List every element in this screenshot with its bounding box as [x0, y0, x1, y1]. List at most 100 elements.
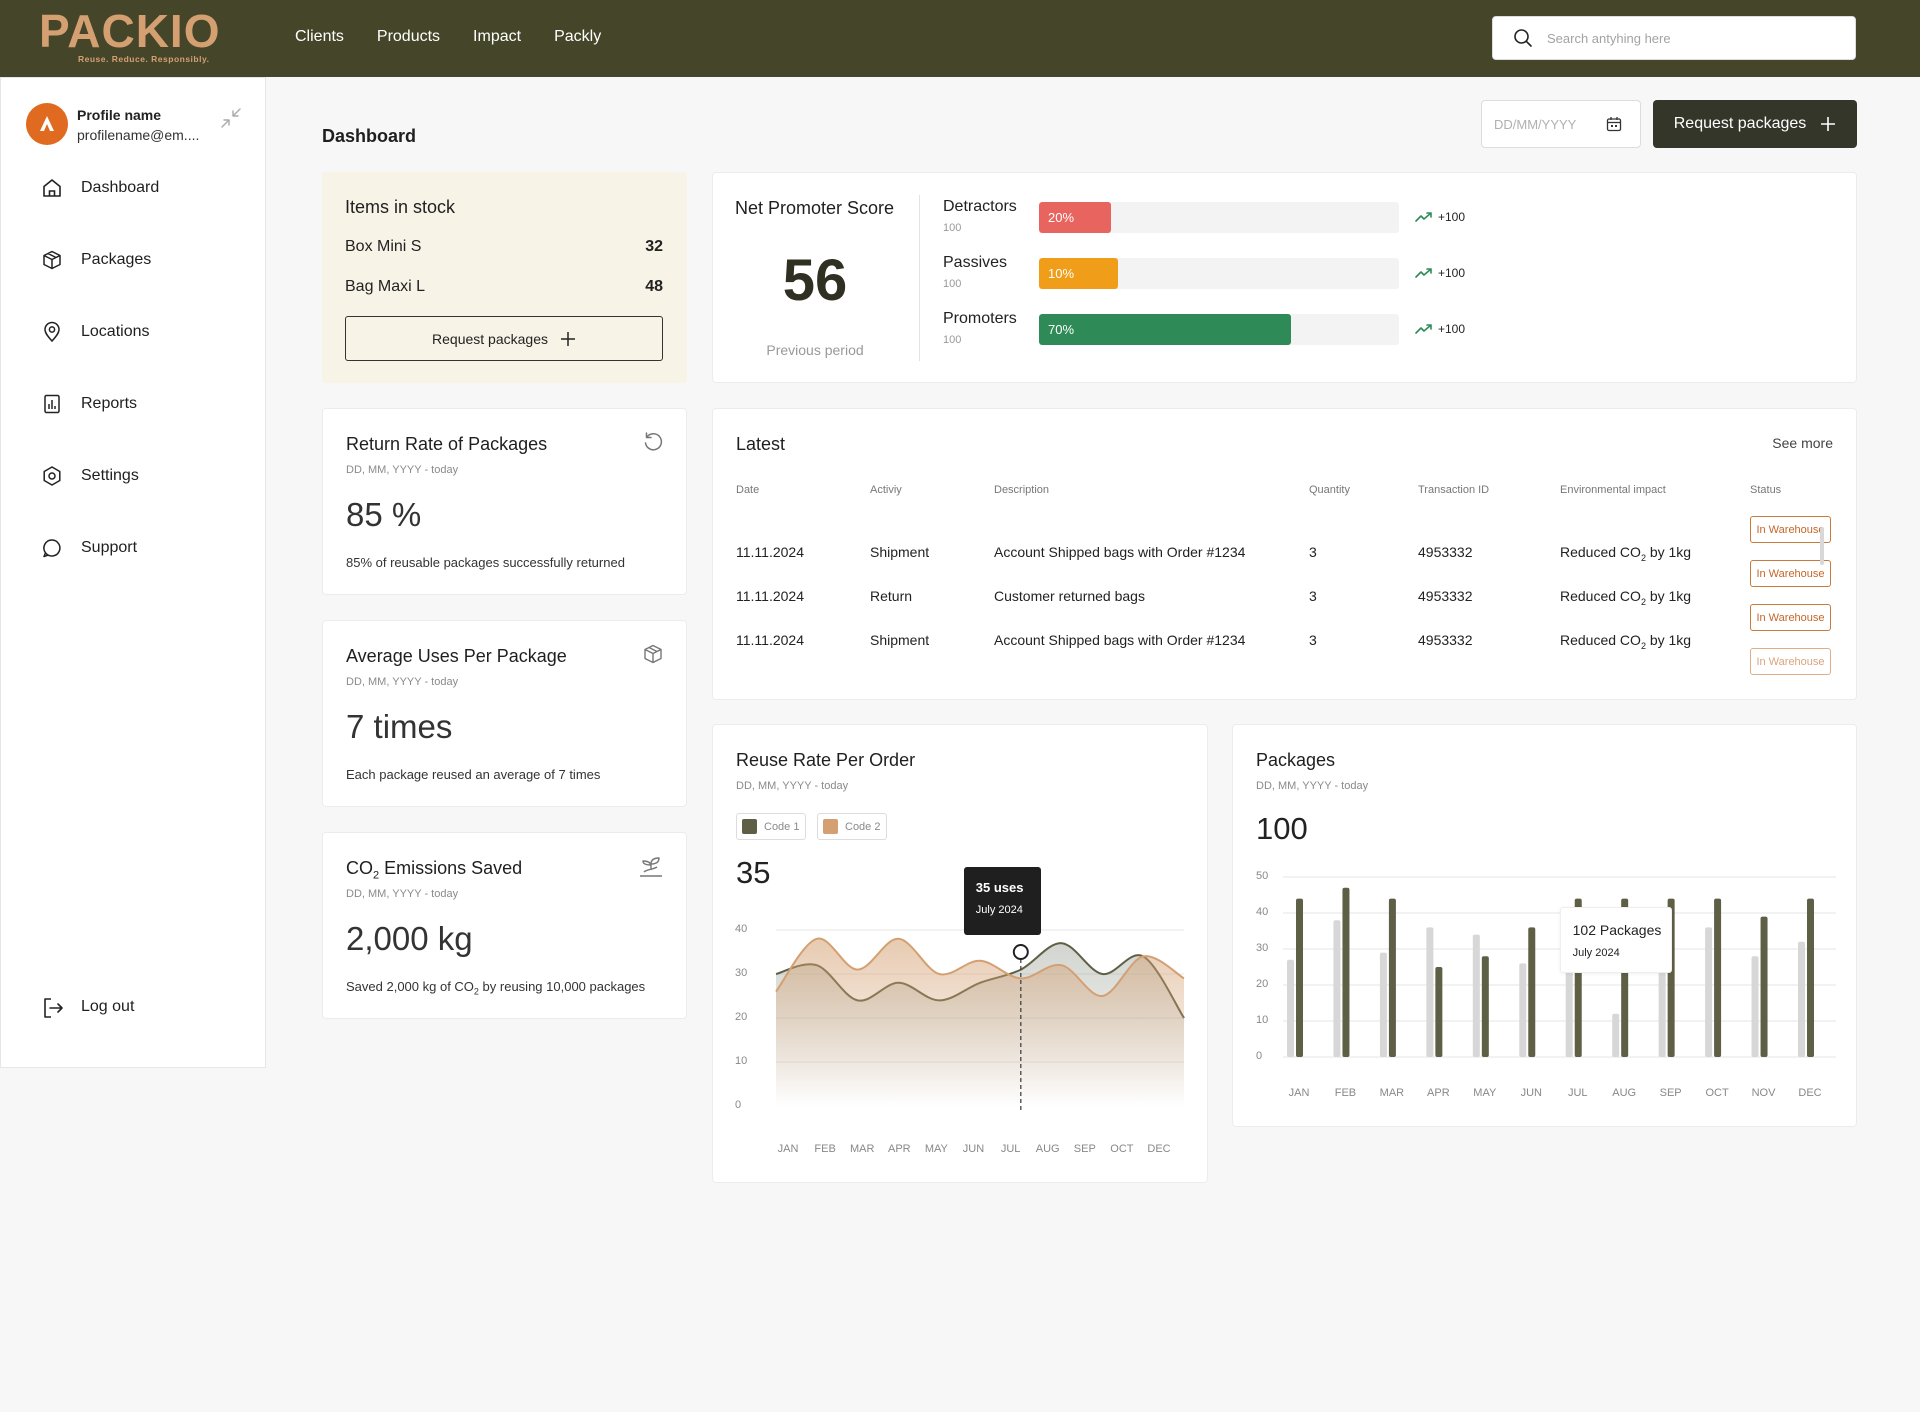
bar-dark[interactable] — [1528, 927, 1536, 1057]
stock-row: Bag Maxi L 48 — [345, 278, 663, 296]
nav-link-products[interactable]: Products — [377, 28, 440, 46]
status-badge[interactable]: In Warehouse — [1750, 648, 1831, 675]
bar-light[interactable] — [1426, 927, 1434, 1057]
impact-text: by 1kg — [1645, 588, 1692, 604]
bar-dark[interactable] — [1481, 956, 1489, 1057]
collapse-sidebar-icon[interactable] — [219, 106, 243, 130]
table-cell: 4953332 — [1418, 632, 1473, 648]
logout-button[interactable]: Log out — [41, 996, 134, 1018]
status-badge[interactable]: In Warehouse — [1750, 516, 1831, 543]
bar-light[interactable] — [1287, 959, 1294, 1057]
table-cell: 4953332 — [1418, 544, 1473, 560]
calendar-icon[interactable] — [1606, 116, 1622, 132]
title-text: CO — [346, 858, 373, 878]
bar-dark[interactable] — [1714, 898, 1722, 1057]
request-packages-button[interactable]: Request packages — [1653, 100, 1857, 148]
page-title: Dashboard — [322, 126, 417, 146]
bar-light[interactable] — [1705, 927, 1713, 1057]
tooltip-value: 35 uses — [975, 880, 1024, 895]
search-input[interactable] — [1547, 30, 1827, 46]
bar-light[interactable] — [1333, 920, 1341, 1057]
nav-link-clients[interactable]: Clients — [295, 28, 344, 46]
hover-marker[interactable] — [1012, 944, 1029, 960]
bar-light[interactable] — [1519, 963, 1527, 1057]
table-cell: Customer returned bags — [994, 588, 1145, 604]
table-cell: Shipment — [870, 632, 930, 648]
nps-progress-bar: 20% — [1039, 202, 1111, 233]
stock-item-name: Box Mini S — [345, 238, 422, 255]
data-point — [775, 973, 778, 976]
status-badge[interactable]: In Warehouse — [1750, 604, 1831, 631]
support-icon — [41, 537, 63, 559]
bar-light[interactable] — [1798, 941, 1805, 1057]
brand-tagline: Reuse. Reduce. Responsibly. — [78, 54, 210, 64]
sidebar-item-packages[interactable]: Packages — [41, 249, 151, 271]
table-cell: 3 — [1309, 544, 1317, 560]
data-point — [856, 968, 859, 971]
sidebar-item-dashboard[interactable]: Dashboard — [41, 177, 159, 199]
nav-link-impact[interactable]: Impact — [473, 28, 521, 46]
packio-logo[interactable]: PACKIO Reuse. Reduce. Responsibly. — [39, 8, 265, 66]
reuse-area-chart[interactable] — [713, 725, 1209, 1184]
date-input[interactable] — [1494, 116, 1606, 132]
return-rate-card: Return Rate of Packages DD, MM, YYYY - t… — [322, 408, 687, 595]
sidebar-item-settings[interactable]: Settings — [41, 465, 139, 487]
data-point — [1101, 973, 1104, 976]
nps-delta-value: +100 — [1438, 210, 1466, 224]
nps-delta: +100 — [1415, 322, 1465, 336]
plant-icon — [638, 855, 664, 879]
sidebar-item-label: Packages — [81, 251, 152, 268]
bar-light[interactable] — [1565, 967, 1573, 1057]
sidebar-item-label: Dashboard — [81, 179, 160, 196]
bar-dark[interactable] — [1388, 898, 1396, 1057]
sidebar-item-label: Settings — [81, 467, 139, 484]
bar-light[interactable] — [1751, 956, 1759, 1057]
table-cell: Return — [870, 588, 913, 604]
bar-light[interactable] — [1612, 1013, 1620, 1057]
tooltip-date: July 2024 — [975, 904, 1023, 916]
nps-row: Promoters 100 70% +100 — [943, 310, 1843, 350]
table-cell-impact: Reduced CO2 by 1kg — [1560, 544, 1691, 563]
stock-request-packages-button[interactable]: Request packages — [345, 316, 663, 361]
nav-link-packly[interactable]: Packly — [554, 28, 601, 46]
table-cell: 11.11.2024 — [736, 588, 804, 604]
desc-text: by reusing 10,000 packages — [478, 979, 646, 994]
package-icon — [642, 643, 664, 665]
packages-chart-card: Packages DD, MM, YYYY - today 100 0 10 20 3… — [1232, 724, 1857, 1127]
bar-dark[interactable] — [1342, 887, 1350, 1057]
nps-progress-track: 20% — [1039, 202, 1399, 233]
tooltip-value: 102 Packages — [1572, 921, 1662, 938]
card-title: Latest — [736, 434, 786, 454]
table-cell: Shipment — [870, 544, 930, 560]
bar-dark[interactable] — [1807, 898, 1814, 1057]
sidebar: Profile name profilename@em.... Dashboar… — [0, 77, 266, 1068]
bar-dark[interactable] — [1296, 898, 1303, 1057]
sidebar-item-locations[interactable]: Locations — [41, 321, 150, 343]
data-point — [1060, 964, 1063, 967]
data-point — [1183, 977, 1186, 980]
nps-previous-period: Previous period — [766, 342, 864, 358]
card-title: CO2 Emissions Saved — [346, 858, 522, 882]
status-badge[interactable]: In Warehouse — [1750, 560, 1831, 587]
table-header: Quantity — [1309, 484, 1350, 496]
bar-light[interactable] — [1472, 934, 1480, 1057]
sidebar-item-support[interactable]: Support — [41, 537, 137, 559]
chart-tooltip: 102 Packages July 2024 — [1559, 906, 1672, 973]
tooltip-date: July 2024 — [1572, 946, 1620, 959]
bar-dark[interactable] — [1760, 916, 1768, 1057]
bar-light[interactable] — [1658, 963, 1666, 1057]
title-text: Emissions Saved — [379, 858, 523, 878]
stock-item-qty: 48 — [645, 278, 663, 295]
table-cell: 4953332 — [1418, 588, 1473, 604]
profile-block[interactable]: Profile name profilename@em.... — [26, 103, 246, 148]
search-icon — [1513, 28, 1533, 48]
bar-dark[interactable] — [1435, 967, 1443, 1057]
sidebar-item-reports[interactable]: Reports — [41, 393, 137, 415]
packages-bar-chart[interactable] — [1233, 725, 1858, 1128]
kpi-description: 85% of reusable packages successfully re… — [346, 555, 625, 570]
see-more-link[interactable]: See more — [1772, 435, 1833, 451]
scrollbar[interactable] — [1820, 527, 1824, 565]
trend-up-icon — [1415, 268, 1432, 278]
box-icon — [41, 249, 63, 271]
bar-light[interactable] — [1379, 952, 1387, 1057]
